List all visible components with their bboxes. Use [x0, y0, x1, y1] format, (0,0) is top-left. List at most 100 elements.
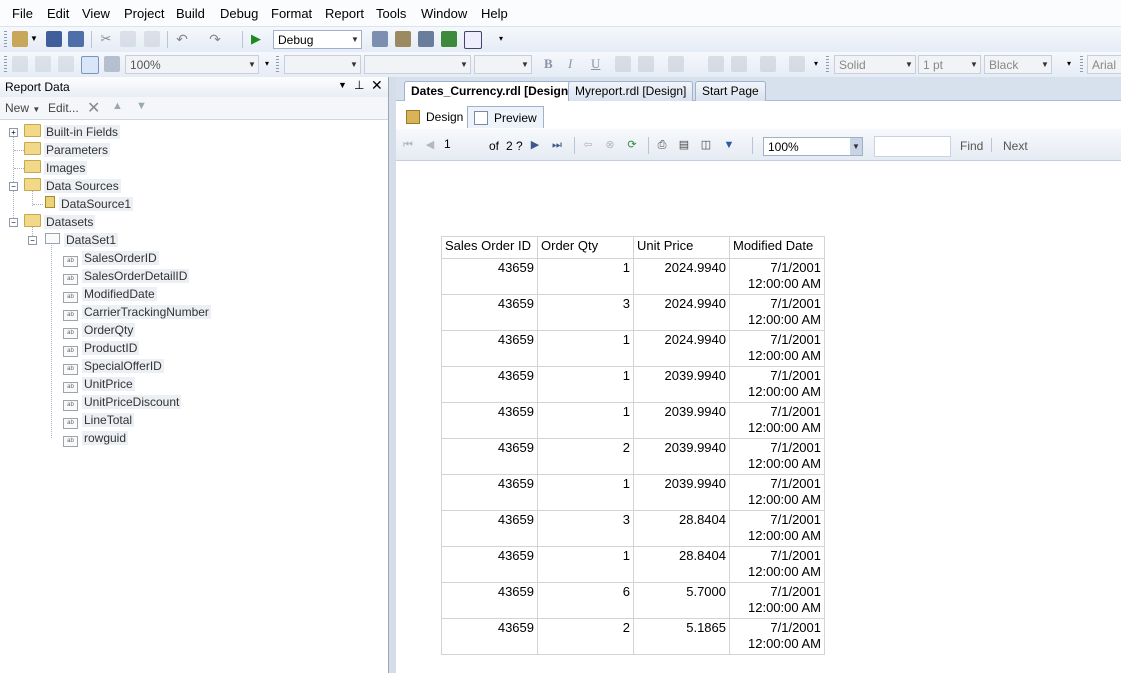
- tree-item-datasource1[interactable]: DataSource1: [45, 196, 134, 212]
- dropdown-arrow-icon[interactable]: ▼: [30, 31, 38, 47]
- tab-preview[interactable]: Preview: [467, 106, 544, 128]
- tab-myreport[interactable]: Myreport.rdl [Design]: [568, 81, 694, 101]
- pin-icon[interactable]: ⊥: [354, 78, 364, 92]
- refresh-icon[interactable]: ⟳: [625, 138, 639, 152]
- numbering-icon[interactable]: [731, 56, 747, 72]
- tree-field[interactable]: ab UnitPriceDiscount: [63, 394, 182, 411]
- border-width-select[interactable]: 1 pt ▼: [918, 55, 981, 74]
- menu-project[interactable]: Project: [124, 6, 164, 21]
- textbox-font-select[interactable]: Arial: [1087, 55, 1121, 74]
- next-button[interactable]: Next: [1003, 139, 1028, 153]
- tree-field[interactable]: ab SpecialOfferID: [63, 358, 164, 375]
- viewer-zoom-select[interactable]: 100% ▼: [763, 137, 863, 156]
- window-position-icon[interactable]: ▼: [338, 80, 347, 90]
- paste-icon[interactable]: [144, 31, 160, 47]
- menu-view[interactable]: View: [82, 6, 110, 21]
- server-explorer-icon[interactable]: [441, 31, 457, 47]
- tree-item-parameters[interactable]: Parameters: [24, 142, 111, 158]
- toolbar-grip[interactable]: [4, 56, 7, 73]
- tree-field[interactable]: ab rowguid: [63, 430, 129, 447]
- first-page-icon[interactable]: ⏮: [401, 138, 415, 152]
- report-properties-icon[interactable]: [58, 56, 74, 72]
- menu-report[interactable]: Report: [325, 6, 364, 21]
- move-up-icon[interactable]: ▲: [112, 100, 123, 112]
- font-size-select[interactable]: ▼: [474, 55, 532, 74]
- toolbar-options-icon[interactable]: ▾: [812, 56, 820, 72]
- menu-edit[interactable]: Edit: [47, 6, 69, 21]
- previous-page-icon[interactable]: ◀: [423, 138, 437, 152]
- tree-item-datasets[interactable]: Datasets: [24, 214, 96, 230]
- menu-tools[interactable]: Tools: [376, 6, 406, 21]
- menu-build[interactable]: Build: [176, 6, 205, 21]
- last-page-icon[interactable]: ⏭: [550, 138, 564, 152]
- toolbar-grip[interactable]: [826, 56, 829, 73]
- find-text-input[interactable]: [874, 136, 951, 157]
- stop-icon[interactable]: ⊗: [603, 138, 617, 152]
- toolbar-options-icon[interactable]: ▾: [1064, 56, 1074, 72]
- page-footer-icon[interactable]: [35, 56, 51, 72]
- menu-file[interactable]: File: [12, 6, 33, 21]
- border-icon[interactable]: [789, 56, 805, 72]
- edit-button[interactable]: Edit...: [48, 101, 79, 115]
- save-icon[interactable]: [46, 31, 62, 47]
- solution-config-select[interactable]: Debug ▼: [273, 30, 362, 49]
- toolbar-grip[interactable]: [4, 31, 7, 48]
- ruler-icon[interactable]: [104, 56, 120, 72]
- cut-icon[interactable]: ✂: [98, 31, 114, 47]
- align-icon[interactable]: [668, 56, 684, 72]
- tree-field[interactable]: ab ModifiedDate: [63, 286, 157, 303]
- menu-window[interactable]: Window: [421, 6, 467, 21]
- command-window-icon[interactable]: [464, 31, 482, 49]
- toolbar-grip[interactable]: [276, 56, 279, 73]
- tree-item-dataset1[interactable]: DataSet1: [45, 232, 119, 248]
- copy-icon[interactable]: [120, 31, 136, 47]
- move-down-icon[interactable]: ▼: [136, 100, 147, 112]
- highlight-icon[interactable]: [638, 56, 654, 72]
- underline-button[interactable]: U: [591, 56, 600, 72]
- tree-field[interactable]: ab CarrierTrackingNumber: [63, 304, 211, 321]
- new-button[interactable]: New ▼: [5, 101, 40, 115]
- toolbar-options-icon[interactable]: ▾: [496, 31, 506, 47]
- tree-field[interactable]: ab SalesOrderID: [63, 250, 159, 267]
- find-button[interactable]: Find: [960, 139, 983, 153]
- report-data-icon[interactable]: [81, 56, 99, 74]
- menu-help[interactable]: Help: [481, 6, 508, 21]
- border-style-select[interactable]: Solid ▼: [834, 55, 916, 74]
- background-color-icon[interactable]: [760, 56, 776, 72]
- new-project-icon[interactable]: [12, 31, 28, 47]
- tree-field[interactable]: ab ProductID: [63, 340, 140, 357]
- toolbar-options-icon[interactable]: ▾: [263, 56, 271, 72]
- page-header-icon[interactable]: [12, 56, 28, 72]
- tree-item-data-sources[interactable]: Data Sources: [24, 178, 121, 194]
- tree-item-images[interactable]: Images: [24, 160, 88, 176]
- properties-icon[interactable]: [395, 31, 411, 47]
- style-select[interactable]: ▼: [284, 55, 361, 74]
- tab-start-page[interactable]: Start Page: [695, 81, 766, 101]
- collapse-icon[interactable]: −: [9, 218, 18, 227]
- tree-item-builtin-fields[interactable]: Built-in Fields: [24, 124, 121, 140]
- collapse-icon[interactable]: −: [9, 182, 18, 191]
- export-icon[interactable]: ▼: [722, 138, 736, 152]
- tree-field[interactable]: ab LineTotal: [63, 412, 135, 429]
- menu-format[interactable]: Format: [271, 6, 312, 21]
- print-layout-icon[interactable]: ▤: [677, 138, 691, 152]
- redo-icon[interactable]: ↷: [207, 31, 223, 47]
- start-debugging-icon[interactable]: ▶: [248, 31, 264, 47]
- collapse-icon[interactable]: −: [28, 236, 37, 245]
- page-setup-icon[interactable]: ◫: [699, 138, 713, 152]
- undo-icon[interactable]: ↶: [174, 31, 190, 47]
- tree-field[interactable]: ab UnitPrice: [63, 376, 135, 393]
- find-in-files-icon[interactable]: [372, 31, 388, 47]
- toolbox-icon[interactable]: [418, 31, 434, 47]
- tree-field[interactable]: ab SalesOrderDetailID: [63, 268, 190, 285]
- delete-icon[interactable]: ✕: [87, 98, 100, 118]
- font-family-select[interactable]: ▼: [364, 55, 471, 74]
- menu-debug[interactable]: Debug: [220, 6, 258, 21]
- italic-button[interactable]: I: [568, 56, 572, 72]
- toolbar-grip[interactable]: [1080, 56, 1083, 73]
- panel-splitter[interactable]: [389, 77, 396, 673]
- border-color-select[interactable]: Black ▼: [984, 55, 1052, 74]
- next-page-icon[interactable]: ▶: [528, 138, 542, 152]
- print-icon[interactable]: ⎙: [655, 138, 669, 152]
- tab-design[interactable]: Design: [400, 106, 469, 128]
